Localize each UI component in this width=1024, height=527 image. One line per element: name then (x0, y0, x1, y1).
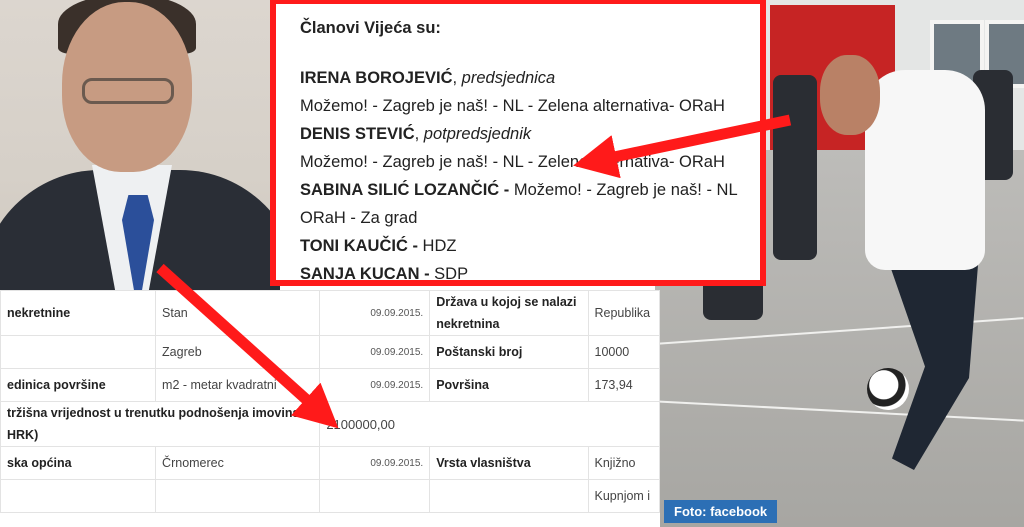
row-label-2: Vrsta vlasništva (429, 446, 589, 480)
man-white-shirt (865, 70, 985, 270)
firefighter (773, 75, 817, 260)
glasses (82, 78, 174, 104)
row-label: tržišna vrijednost u trenutku podnošenja… (0, 401, 321, 447)
member-line: IRENA BOROJEVIĆ, predsjednica (300, 64, 760, 92)
table-row: nekretnine Stan 09.09.2015. Država u koj… (0, 290, 660, 336)
asset-declaration-table: nekretnine Stan 09.09.2015. Država u koj… (0, 290, 660, 527)
row-label: edinica površine (0, 368, 157, 402)
member-line: SABINA SILIĆ LOZANČIĆ - Možemo! - Zagreb… (300, 176, 760, 204)
row-value (155, 479, 321, 513)
row-label-line: HRK) (7, 428, 39, 442)
table-row: tržišna vrijednost u trenutku podnošenja… (0, 401, 660, 447)
row-date: 09.09.2015. (319, 368, 431, 402)
row-label: nekretnine (0, 290, 157, 336)
member-line: DENIS STEVIĆ, potpredsjednik (300, 120, 760, 148)
row-value: Stan (155, 290, 321, 336)
row-label-2: Poštanski broj (429, 335, 589, 369)
card-heading: Članovi Vijeća su: (300, 19, 441, 37)
photo-caption: Foto: facebook (664, 500, 778, 523)
table-row: Kupnjom i (0, 479, 660, 513)
member-party: Možemo! - Zagreb je naš! - NL - Zelena a… (300, 97, 725, 115)
member-name: DENIS STEVIĆ (300, 125, 415, 143)
separator: , (452, 69, 462, 87)
row-date: 09.09.2015. (319, 446, 431, 480)
separator: , (414, 125, 424, 143)
member-party: Možemo! - Zagreb je naš! - NL - Zelena a… (300, 153, 725, 171)
row-value: Črnomerec (155, 446, 321, 480)
row-label-2: Površina (429, 368, 589, 402)
row-date (319, 479, 431, 513)
member-name: SANJA KUCAN - (300, 265, 430, 283)
member-line: SANJA KUCAN - SDP (300, 260, 760, 283)
market-value: 2100000,00 (319, 401, 660, 447)
row-label-line: tržišna vrijednost u trenutku podnošenja… (7, 406, 314, 420)
member-party-inline: SDP (434, 265, 469, 283)
member-party-inline: Možemo! - Zagreb je naš! - NL (513, 181, 738, 199)
row-value-2: Knjižno (587, 446, 660, 480)
row-label (0, 335, 157, 369)
council-members-card: Članovi Vijeća su: IRENA BOROJEVIĆ, pred… (270, 0, 766, 286)
member-name: SABINA SILIĆ LOZANČIĆ - (300, 181, 510, 199)
row-value: Zagreb (155, 335, 321, 369)
row-label-2: Država u kojoj se nalazi nekretnina (429, 290, 589, 336)
member-line: TONI KAUČIĆ - HDZ (300, 232, 760, 260)
member-name: IRENA BOROJEVIĆ (300, 69, 453, 87)
table-row: ska općina Črnomerec 09.09.2015. Vrsta v… (0, 446, 660, 480)
row-value-2: 10000 (587, 335, 660, 369)
member-party-inline: HDZ (422, 237, 457, 255)
man-head (820, 55, 880, 135)
member-name: TONI KAUČIĆ - (300, 237, 418, 255)
row-value: m2 - metar kvadratni (155, 368, 321, 402)
row-label-2 (429, 479, 589, 513)
row-label: ska općina (0, 446, 157, 480)
portrait-photo (0, 0, 280, 290)
football (867, 368, 909, 410)
table-row: Zagreb 09.09.2015. Poštanski broj 10000 (0, 335, 660, 369)
member-role: potpredsjednik (423, 125, 532, 143)
row-date: 09.09.2015. (319, 335, 431, 369)
member-party: ORaH - Za grad (300, 209, 418, 227)
row-date: 09.09.2015. (319, 290, 431, 336)
row-value-2: Republika (587, 290, 660, 336)
table-row: edinica površine m2 - metar kvadratni 09… (0, 368, 660, 402)
row-value-2: 173,94 (587, 368, 660, 402)
row-value-2: Kupnjom i (587, 479, 660, 513)
row-label (0, 479, 157, 513)
member-role: predsjednica (461, 69, 556, 87)
